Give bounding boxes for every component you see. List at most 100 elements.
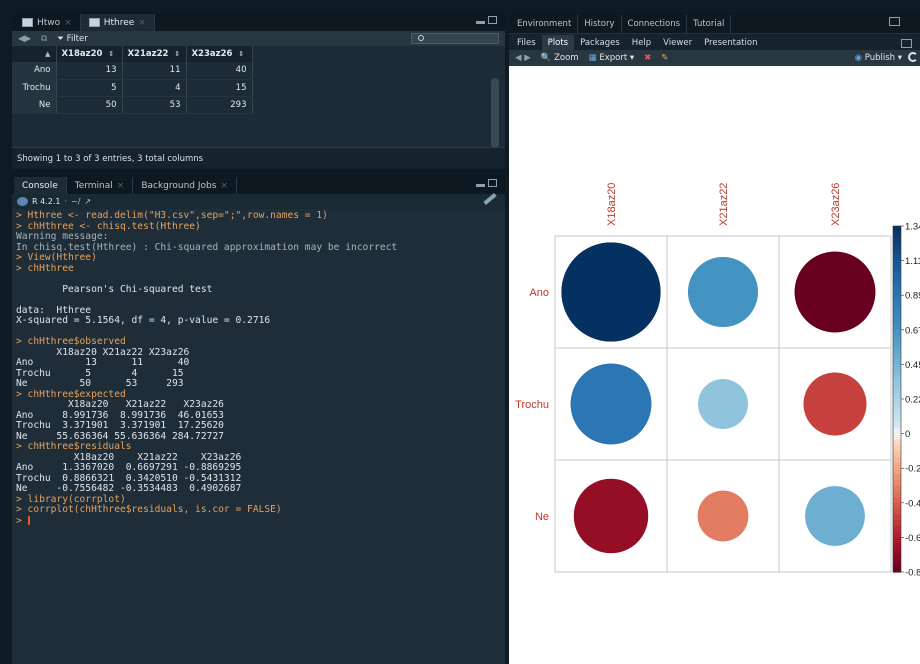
sort-icon[interactable]: ⇕ (238, 50, 244, 58)
close-icon[interactable]: × (117, 181, 125, 191)
colorbar-tick-label: 0.89 (905, 291, 920, 302)
working-directory[interactable]: ~/ (71, 197, 80, 206)
maximize-icon[interactable] (488, 179, 497, 187)
minimize-icon[interactable] (476, 184, 485, 187)
corr-circle (570, 363, 652, 445)
colorbar-segment (893, 537, 901, 544)
tab-files[interactable]: Files (511, 35, 542, 50)
colorbar-segment (893, 387, 901, 394)
goto-dir-icon[interactable]: ↗ (84, 197, 91, 206)
tab-environment[interactable]: Environment (511, 15, 579, 33)
tab-packages[interactable]: Packages (574, 35, 626, 50)
zoom-button[interactable]: 🔍 Zoom (541, 53, 579, 63)
restore-icon[interactable] (889, 17, 900, 26)
table-cell: 50 (56, 96, 123, 114)
console-output[interactable]: > Hthree <- read.delim("H3.csv",sep=";",… (12, 209, 505, 528)
tab-presentation[interactable]: Presentation (698, 35, 763, 50)
corr-circle (804, 485, 866, 547)
publish-button[interactable]: ◉ Publish ▾ (855, 53, 902, 63)
filter-button[interactable]: ⏷ Filter (57, 34, 88, 44)
close-icon[interactable]: × (138, 18, 146, 28)
console-output-line: Ano 13 11 40 (16, 357, 190, 368)
column-label: X18az20 (606, 183, 618, 226)
data-viewer-pane: Htwo × Hthree × ◀▶ ⧉ ⏷ Filter ▲ X18az20 ⇕… (12, 12, 505, 169)
colorbar-segment (893, 335, 901, 342)
row-label: Trochu (515, 399, 549, 411)
close-icon[interactable]: × (64, 18, 72, 28)
colorbar-segment (893, 249, 901, 256)
tab-label: Packages (580, 37, 620, 48)
back-arrow-icon[interactable]: ◀ ▶ (515, 53, 531, 63)
clear-plots-icon[interactable]: ✎ (661, 53, 668, 63)
separator: · (64, 197, 68, 206)
tab-history[interactable]: History (578, 15, 622, 33)
back-arrow-icon[interactable]: ◀▶ (18, 34, 31, 44)
tab-label: Console (22, 180, 58, 191)
colorbar-segment (893, 318, 901, 325)
colorbar-segment (893, 422, 901, 429)
colorbar-segment (893, 370, 901, 377)
colorbar-segment (893, 560, 901, 567)
maximize-icon[interactable] (488, 16, 497, 24)
colorbar-segment (893, 358, 901, 365)
colorbar-segment (893, 462, 901, 469)
text-cursor (27, 515, 30, 525)
tab-terminal[interactable]: Terminal × (67, 177, 134, 194)
tab-background-jobs[interactable]: Background Jobs × (133, 177, 237, 194)
colorbar-tick-label: 0.45 (905, 360, 920, 371)
column-header[interactable]: X21az22 ⇕ (122, 46, 187, 62)
sort-icon[interactable]: ⇕ (108, 50, 114, 58)
tab-tutorial[interactable]: Tutorial (687, 15, 732, 33)
corr-circle (560, 241, 662, 343)
tab-console[interactable]: Console (14, 177, 67, 194)
sort-icon[interactable]: ⇕ (174, 50, 180, 58)
colorbar-segment (893, 554, 901, 562)
colorbar-tick-label: 1.11 (905, 256, 920, 267)
colorbar-segment (893, 243, 901, 250)
minimize-icon[interactable] (901, 39, 912, 48)
colorbar-segment (893, 468, 901, 475)
tab-label: Environment (517, 19, 572, 29)
colorbar-segment (893, 237, 901, 244)
column-label: X21az22 (718, 183, 730, 226)
delete-plot-icon[interactable]: ✖ (644, 53, 651, 63)
popout-icon[interactable]: ⧉ (41, 34, 47, 44)
column-header[interactable]: X23az26 ⇕ (186, 46, 253, 62)
row-header-corner[interactable]: ▲ (12, 46, 57, 62)
tab-label: Viewer (663, 37, 693, 48)
table-icon (88, 18, 100, 27)
export-icon: ▦ (588, 53, 600, 63)
minimize-icon[interactable] (476, 21, 485, 24)
tab-hthree[interactable]: Hthree × (80, 14, 155, 31)
colorbar-segment (893, 548, 901, 556)
corr-circle (687, 256, 759, 328)
colorbar-segment (893, 277, 901, 285)
row-name: Ano (12, 62, 57, 80)
tab-htwo[interactable]: Htwo × (14, 14, 81, 31)
colorbar-segment (893, 283, 901, 291)
tab-label: Files (517, 37, 536, 48)
colorbar-tick-label: 0 (905, 429, 910, 440)
table-row: Ne 50 53 293 (12, 96, 253, 114)
console-output-line: Pearson's Chi-squared test (16, 283, 213, 295)
close-icon[interactable]: × (220, 181, 228, 191)
console-output-line: Trochu 3.371901 3.371901 17.25620 (16, 420, 224, 431)
r-version: R 4.2.1 (32, 197, 61, 206)
export-button[interactable]: ▦ Export ▾ (589, 53, 635, 63)
colorbar-segment (893, 300, 901, 308)
corr-circle (697, 378, 749, 430)
tab-label: Terminal (74, 180, 113, 191)
corr-circle (697, 490, 749, 542)
column-header[interactable]: X18az20 ⇕ (56, 46, 123, 62)
search-input[interactable] (411, 33, 499, 44)
table-cell: 5 (56, 79, 123, 97)
console-output-line: X18az20 X21az22 X23az26 (16, 399, 224, 410)
tab-connections[interactable]: Connections (622, 15, 688, 33)
refresh-icon[interactable] (908, 52, 918, 62)
column-label: X23az26 (830, 183, 842, 226)
tab-viewer[interactable]: Viewer (657, 35, 698, 50)
tab-help[interactable]: Help (626, 35, 657, 50)
tab-plots[interactable]: Plots (541, 35, 575, 50)
viewer-toolbar: ◀▶ ⧉ ⏷ Filter (12, 31, 505, 46)
vertical-scrollbar[interactable] (491, 78, 499, 148)
